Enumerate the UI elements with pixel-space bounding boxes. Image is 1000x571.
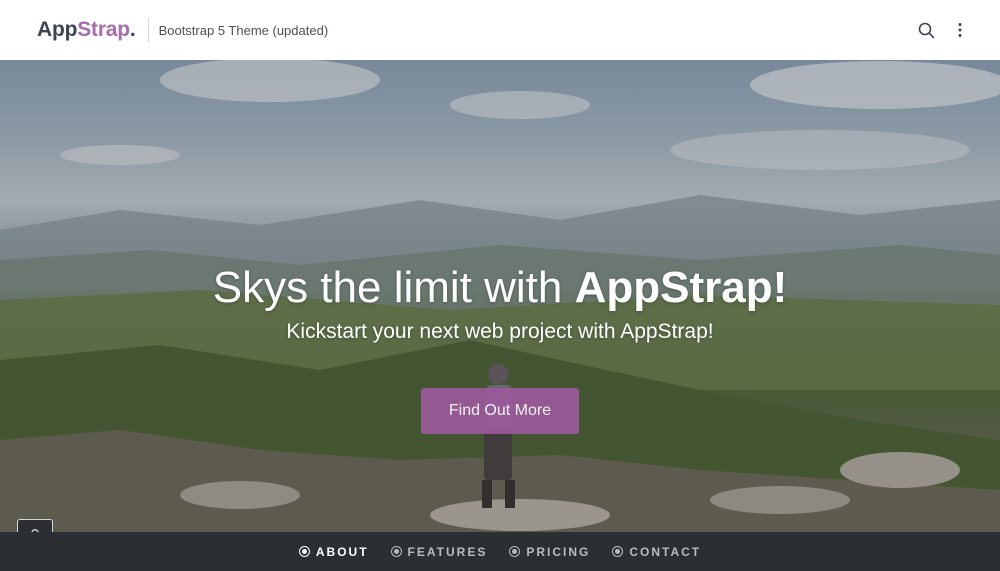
brand-logo[interactable]: App Strap.: [37, 18, 136, 42]
find-out-more-button[interactable]: Find Out More: [421, 388, 579, 434]
radio-dot-icon: [298, 546, 310, 557]
header-actions: [916, 20, 970, 40]
brand-strap-text: Strap: [77, 18, 130, 41]
section-nav: ABOUT FEATURES PRICING CONTACT: [0, 532, 1000, 571]
radio-dot-icon: [509, 546, 521, 557]
radio-dot-icon: [390, 546, 402, 557]
hero-title-bold: AppStrap!: [574, 263, 788, 312]
radio-dot-icon: [612, 546, 624, 557]
header-tagline: Bootstrap 5 Theme (updated): [158, 22, 329, 38]
nav-item-label: ABOUT: [315, 544, 369, 559]
header-divider: [147, 17, 149, 43]
nav-item-label: CONTACT: [629, 544, 702, 559]
hero-title-plain: Skys the limit with: [212, 263, 575, 312]
more-vertical-icon[interactable]: [950, 20, 970, 40]
nav-item-contact[interactable]: CONTACT: [612, 545, 701, 559]
nav-item-label: FEATURES: [407, 544, 488, 559]
nav-item-about[interactable]: ABOUT: [298, 544, 369, 559]
hero-content: Skys the limit with AppStrap! Kickstart …: [0, 60, 1000, 532]
brand-dot-text: .: [129, 18, 136, 41]
hero-title: Skys the limit with AppStrap!: [213, 263, 788, 313]
search-icon[interactable]: [916, 20, 936, 40]
hero-subtitle: Kickstart your next web project with App…: [286, 320, 714, 343]
brand-app-text: App: [37, 18, 78, 41]
nav-item-label: PRICING: [526, 544, 591, 559]
nav-item-features[interactable]: FEATURES: [390, 544, 488, 559]
hero-section: Skys the limit with AppStrap! Kickstart …: [0, 60, 1000, 532]
site-header: App Strap. Bootstrap 5 Theme (updated): [0, 0, 1000, 60]
nav-item-pricing[interactable]: PRICING: [509, 545, 590, 559]
